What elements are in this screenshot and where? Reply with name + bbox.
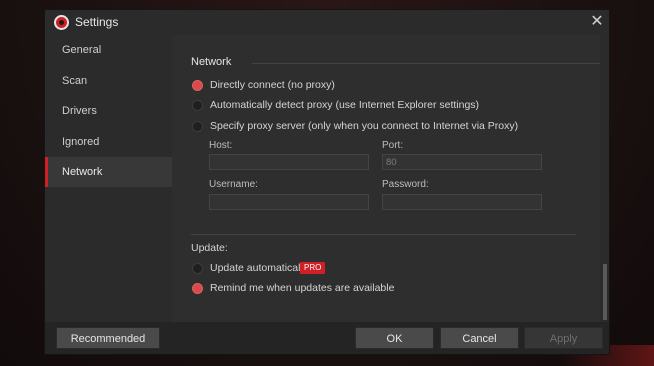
network-divider [252,63,604,64]
radio-label: Automatically detect proxy (use Internet… [210,99,480,111]
port-label: Port: [382,140,404,151]
port-input[interactable] [382,154,542,170]
radio-indicator[interactable] [192,263,203,274]
host-label: Host: [209,140,233,151]
settings-content: Network Directly connect (no proxy) Auto… [172,35,609,322]
host-input[interactable] [209,154,369,170]
sidebar-item-ignored[interactable]: Ignored [45,127,172,157]
sidebar-item-network[interactable]: Network [45,157,172,187]
apply-button[interactable]: Apply [524,327,603,349]
title-bar: Settings ✕ [45,10,609,35]
radio-indicator[interactable] [192,80,203,91]
update-section-title: Update: [191,242,228,254]
password-input[interactable] [382,194,542,210]
app-logo-icon [54,15,69,30]
username-label: Username: [209,179,258,190]
ok-button[interactable]: OK [355,327,434,349]
radio-indicator[interactable] [192,121,203,132]
cancel-button[interactable]: Cancel [440,327,519,349]
radio-label: Update automatically [210,262,309,274]
network-section-title: Network [191,56,232,68]
radio-indicator[interactable] [192,283,203,294]
sidebar: General Scan Drivers Ignored Network [45,35,172,322]
sidebar-item-scan[interactable]: Scan [45,66,172,96]
sidebar-item-general[interactable]: General [45,35,172,65]
radio-label: Specify proxy server (only when you conn… [210,120,519,132]
update-divider [191,234,576,235]
dialog-footer: Recommended OK Cancel Apply [45,322,609,354]
password-label: Password: [382,179,429,190]
content-scrollbar[interactable] [600,35,609,322]
settings-window: Settings ✕ General Scan Drivers Ignored … [44,9,610,355]
radio-label: Directly connect (no proxy) [210,79,335,91]
recommended-button[interactable]: Recommended [56,327,160,349]
pro-badge: PRO [300,262,326,274]
sidebar-item-drivers[interactable]: Drivers [45,96,172,126]
scrollbar-thumb[interactable] [603,264,607,320]
radio-indicator[interactable] [192,100,203,111]
username-input[interactable] [209,194,369,210]
radio-label: Remind me when updates are available [210,282,395,294]
window-title: Settings [75,15,119,29]
close-icon[interactable]: ✕ [588,13,606,31]
